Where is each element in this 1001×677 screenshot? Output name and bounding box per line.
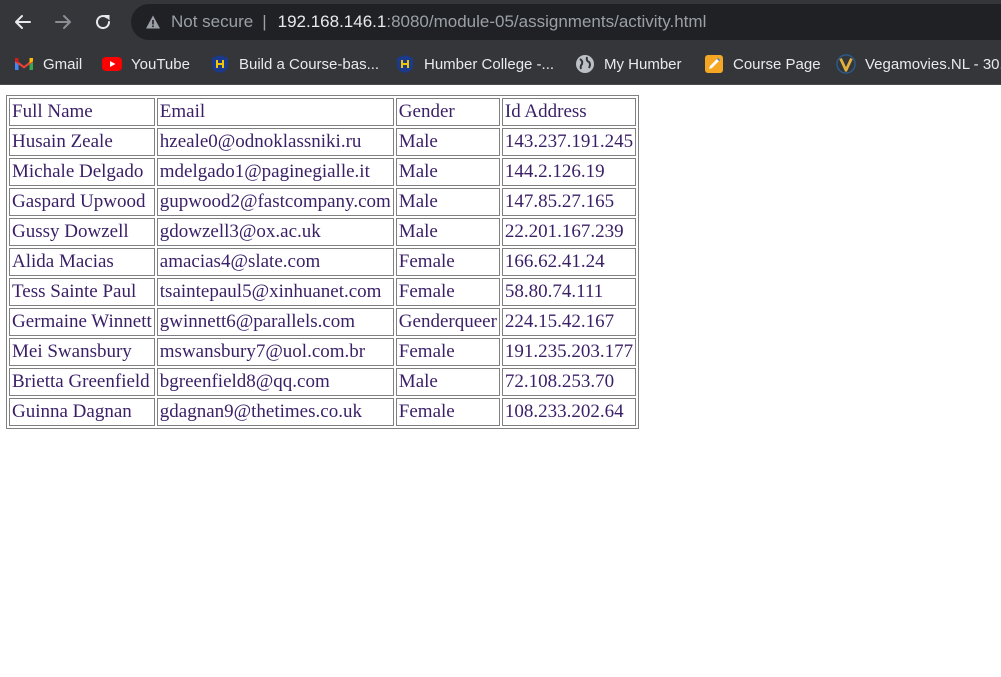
bookmark-build-course[interactable]: Build a Course-bas...	[210, 50, 379, 78]
ip-address-cell: 22.201.167.239	[501, 218, 637, 246]
email-cell: gwinnett6@parallels.com	[156, 308, 394, 336]
ip-address-cell: 191.235.203.177	[501, 338, 637, 366]
bookmark-label: YouTube	[131, 55, 190, 73]
table-row: Guinna Dagnan gdagnan9@thetimes.co.uk Fema…	[9, 398, 637, 426]
security-status-label[interactable]: Not secure	[171, 12, 253, 32]
vegamovies-icon	[836, 54, 856, 74]
bookmark-label: My Humber	[604, 55, 682, 73]
full-name-cell: Michale Delgado	[9, 158, 155, 186]
table-row: Alida Macias amacias4@slate.com Female 166.…	[9, 248, 637, 276]
full-name-cell: Germaine Winnett	[9, 308, 155, 336]
ip-address-cell: 108.233.202.64	[501, 398, 637, 426]
bookmark-label: Humber College -...	[424, 55, 555, 73]
email-cell: gdagnan9@thetimes.co.uk	[156, 398, 394, 426]
bookmark-course-page[interactable]: Course Page	[704, 50, 821, 78]
gender-cell: Male	[395, 158, 500, 186]
gender-cell: Male	[395, 188, 500, 216]
bookmarks-bar: Gmail YouTube Build a Course-bas... Humb…	[0, 44, 1001, 85]
table-row: Tess Sainte Paul tsaintepaul5@xinhuanet.c…	[9, 278, 637, 306]
youtube-icon	[102, 54, 122, 74]
ip-address-cell: 147.85.27.165	[501, 188, 637, 216]
gender-cell: Female	[395, 248, 500, 276]
table-row: Gaspard Upwood gupwood2@fastcompany.com Ma…	[9, 188, 637, 216]
column-header: Gender	[395, 98, 500, 126]
warning-icon[interactable]	[145, 14, 161, 30]
url-path[interactable]: :8080/module-05/assignments/activity.htm…	[386, 12, 706, 32]
globe-icon	[575, 54, 595, 74]
reload-button[interactable]	[88, 7, 118, 37]
arrow-right-icon	[55, 15, 71, 29]
email-cell: tsaintepaul5@xinhuanet.com	[156, 278, 394, 306]
bookmark-gmail[interactable]: Gmail	[14, 50, 82, 78]
bookmark-humber-college[interactable]: Humber College -...	[395, 50, 554, 78]
forward-button[interactable]	[48, 7, 78, 37]
ip-address-cell: 72.108.253.70	[501, 368, 637, 396]
table-row: Husain Zeale hzeale0@odnoklassniki.ru Male…	[9, 128, 637, 156]
address-bar[interactable]: Not secure | 192.168.146.1:8080/module-0…	[131, 4, 1001, 40]
gmail-icon	[14, 54, 34, 74]
full-name-cell: Husain Zeale	[9, 128, 155, 156]
bookmark-youtube[interactable]: YouTube	[102, 50, 190, 78]
table-body: Husain Zeale hzeale0@odnoklassniki.ru Male…	[9, 128, 637, 426]
email-cell: mswansbury7@uol.com.br	[156, 338, 394, 366]
table-row: Gussy Dowzell gdowzell3@ox.ac.uk Male 22.20…	[9, 218, 637, 246]
full-name-cell: Gaspard Upwood	[9, 188, 155, 216]
bookmark-label: Build a Course-bas...	[239, 55, 380, 73]
bookmark-my-humber[interactable]: My Humber	[575, 50, 682, 78]
ip-address-cell: 166.62.41.24	[501, 248, 637, 276]
email-cell: gdowzell3@ox.ac.uk	[156, 218, 394, 246]
gender-cell: Female	[395, 398, 500, 426]
column-header: Id Address	[501, 98, 637, 126]
column-header: Full Name	[9, 98, 155, 126]
email-cell: mdelgado1@paginegialle.it	[156, 158, 394, 186]
full-name-cell: Guinna Dagnan	[9, 398, 155, 426]
table-row: Mei Swansbury mswansbury7@uol.com.br Femal…	[9, 338, 637, 366]
bookmark-label: Gmail	[43, 55, 83, 73]
column-header: Email	[156, 98, 394, 126]
full-name-cell: Tess Sainte Paul	[9, 278, 155, 306]
ip-address-cell: 144.2.126.19	[501, 158, 637, 186]
ip-address-cell: 224.15.42.167	[501, 308, 637, 336]
ip-address-cell: 143.237.191.245	[501, 128, 637, 156]
table-row: Michale Delgado mdelgado1@paginegialle.it…	[9, 158, 637, 186]
arrow-left-icon	[15, 15, 31, 29]
page-content: Full Name Email Gender Id Address Husain…	[0, 85, 1001, 677]
gender-cell: Male	[395, 128, 500, 156]
course-page-icon	[704, 54, 724, 74]
table-row: Germaine Winnett gwinnett6@parallels.com G…	[9, 308, 637, 336]
email-cell: gupwood2@fastcompany.com	[156, 188, 394, 216]
email-cell: hzeale0@odnoklassniki.ru	[156, 128, 394, 156]
gender-cell: Male	[395, 368, 500, 396]
gender-cell: Female	[395, 338, 500, 366]
full-name-cell: Gussy Dowzell	[9, 218, 155, 246]
table-row: Brietta Greenfield bgreenfield8@qq.com Mal…	[9, 368, 637, 396]
browser-toolbar: Not secure | 192.168.146.1:8080/module-0…	[0, 0, 1001, 44]
back-button[interactable]	[8, 7, 38, 37]
bookmark-label: Course Page	[733, 55, 821, 73]
humber-icon	[395, 54, 415, 74]
full-name-cell: Alida Macias	[9, 248, 155, 276]
humber-icon	[210, 54, 230, 74]
users-table: Full Name Email Gender Id Address Husain…	[6, 95, 640, 429]
bookmark-label: Vegamovies.NL - 30...	[865, 55, 1001, 73]
address-separator: |	[262, 12, 267, 31]
ip-address-cell: 58.80.74.111	[501, 278, 637, 306]
table-header-row: Full Name Email Gender Id Address	[9, 98, 637, 126]
url-host[interactable]: 192.168.146.1	[278, 12, 387, 32]
reload-icon	[96, 15, 111, 30]
gender-cell: Genderqueer	[395, 308, 500, 336]
gender-cell: Female	[395, 278, 500, 306]
email-cell: amacias4@slate.com	[156, 248, 394, 276]
email-cell: bgreenfield8@qq.com	[156, 368, 394, 396]
full-name-cell: Mei Swansbury	[9, 338, 155, 366]
gender-cell: Male	[395, 218, 500, 246]
full-name-cell: Brietta Greenfield	[9, 368, 155, 396]
bookmark-vegamovies[interactable]: Vegamovies.NL - 30...	[836, 50, 1001, 78]
